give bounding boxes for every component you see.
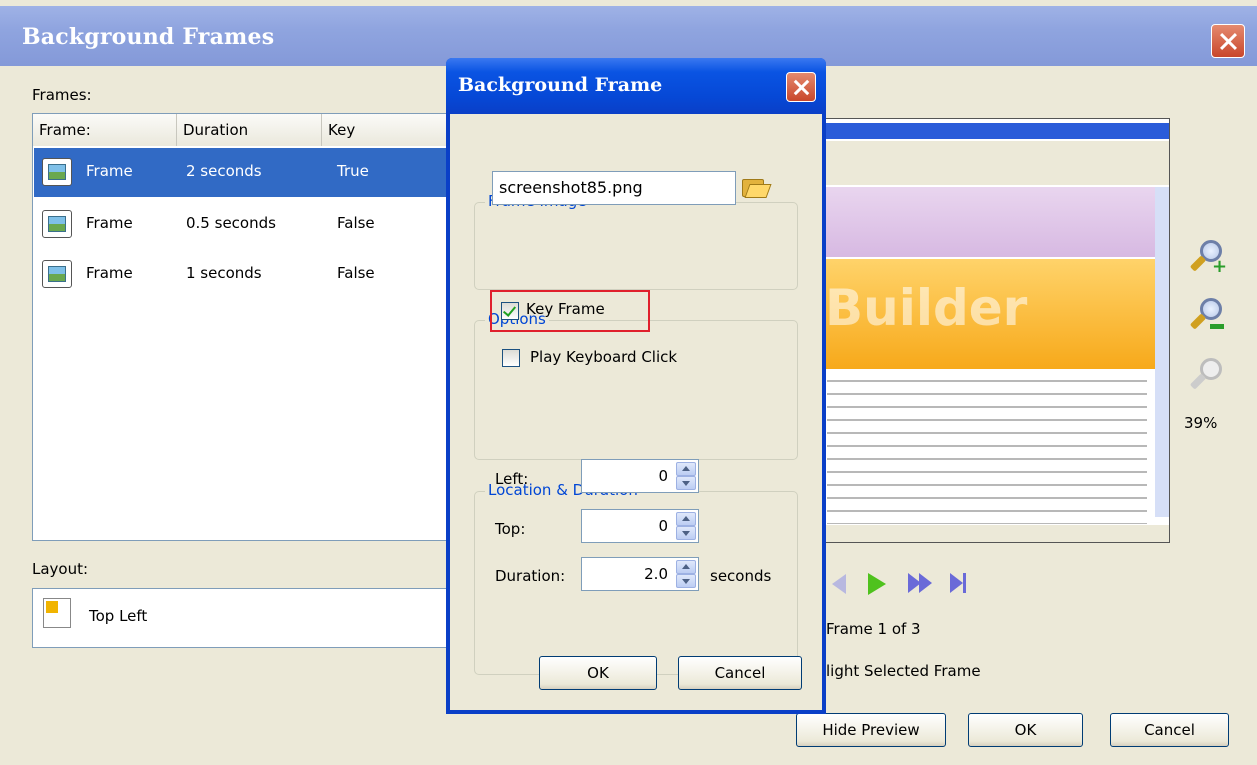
ok-button[interactable]: OK <box>968 713 1083 747</box>
window-titlebar[interactable]: Background Frames <box>0 6 1257 66</box>
frame-name: Frame <box>86 214 133 232</box>
background-frame-dialog: Background Frame Frame Image Options Loc… <box>446 58 826 714</box>
column-header-frame[interactable]: Frame: <box>33 114 177 146</box>
cancel-button[interactable]: Cancel <box>1110 713 1229 747</box>
frame-duration: 2 seconds <box>186 162 262 180</box>
previous-frame-icon[interactable] <box>828 572 850 596</box>
frame-counter: Frame 1 of 3 <box>826 620 921 638</box>
frame-key: True <box>337 162 369 180</box>
frame-image-group: Frame Image <box>474 192 798 290</box>
spin-down-icon[interactable] <box>676 526 696 540</box>
frame-key: False <box>337 264 375 282</box>
image-icon <box>42 158 72 186</box>
column-header-duration[interactable]: Duration <box>177 114 322 146</box>
duration-value: 2.0 <box>644 565 668 583</box>
spin-up-icon[interactable] <box>676 512 696 526</box>
top-spinner[interactable]: 0 <box>581 509 699 543</box>
dialog-titlebar[interactable]: Background Frame <box>446 58 826 114</box>
left-spinner[interactable]: 0 <box>581 459 699 493</box>
highlight-selected-frame-label[interactable]: light Selected Frame <box>826 662 981 680</box>
duration-spinner[interactable]: 2.0 <box>581 557 699 591</box>
frame-duration: 0.5 seconds <box>186 214 276 232</box>
options-group: Options <box>474 310 798 460</box>
frame-name: Frame <box>86 162 133 180</box>
layout-select[interactable]: Top Left <box>32 588 462 648</box>
play-keyboard-click-checkbox[interactable] <box>502 349 520 367</box>
image-icon <box>42 260 72 288</box>
window-title: Background Frames <box>22 24 275 50</box>
top-label: Top: <box>495 520 526 538</box>
left-label: Left: <box>495 470 529 488</box>
frame-preview: Builder <box>820 118 1170 543</box>
dialog-ok-button[interactable]: OK <box>539 656 657 690</box>
layout-top-left-icon <box>43 598 71 628</box>
spin-up-icon[interactable] <box>676 560 696 574</box>
layout-value: Top Left <box>89 607 148 625</box>
close-dialog-button[interactable] <box>786 72 816 102</box>
layout-label: Layout: <box>32 560 89 578</box>
frame-row-2[interactable]: Frame 0.5 seconds False <box>34 200 462 249</box>
image-icon <box>42 210 72 238</box>
key-frame-label[interactable]: Key Frame <box>526 300 605 318</box>
key-frame-checkbox[interactable] <box>501 302 519 320</box>
frame-duration: 1 seconds <box>186 264 262 282</box>
left-value: 0 <box>658 467 668 485</box>
spin-down-icon[interactable] <box>676 476 696 490</box>
fast-forward-icon[interactable] <box>906 572 936 596</box>
seconds-label: seconds <box>710 567 772 585</box>
frame-image-path-input[interactable]: screenshot85.png <box>492 171 736 205</box>
frames-label: Frames: <box>32 86 92 104</box>
zoom-fit-icon[interactable] <box>1186 356 1226 396</box>
dialog-cancel-button[interactable]: Cancel <box>678 656 802 690</box>
frame-row-1[interactable]: Frame 2 seconds True <box>34 148 462 197</box>
frame-key: False <box>337 214 375 232</box>
close-window-button[interactable] <box>1211 24 1245 58</box>
zoom-percent: 39% <box>1184 414 1218 432</box>
dialog-title: Background Frame <box>458 74 663 96</box>
frames-list[interactable]: Frame: Duration Key Frame 2 seconds True… <box>32 113 462 541</box>
preview-builder-text: Builder <box>825 279 1028 337</box>
play-keyboard-click-label[interactable]: Play Keyboard Click <box>530 348 677 366</box>
column-header-key[interactable]: Key <box>322 114 461 146</box>
open-folder-icon[interactable] <box>742 176 772 198</box>
zoom-out-icon[interactable] <box>1186 296 1226 336</box>
last-frame-icon[interactable] <box>948 572 970 596</box>
frame-name: Frame <box>86 264 133 282</box>
duration-label: Duration: <box>495 567 566 585</box>
zoom-in-icon[interactable]: + <box>1186 238 1227 278</box>
hide-preview-button[interactable]: Hide Preview <box>796 713 946 747</box>
spin-down-icon[interactable] <box>676 574 696 588</box>
top-value: 0 <box>658 517 668 535</box>
play-icon[interactable] <box>866 572 890 596</box>
frame-row-3[interactable]: Frame 1 seconds False <box>34 250 462 299</box>
spin-up-icon[interactable] <box>676 462 696 476</box>
